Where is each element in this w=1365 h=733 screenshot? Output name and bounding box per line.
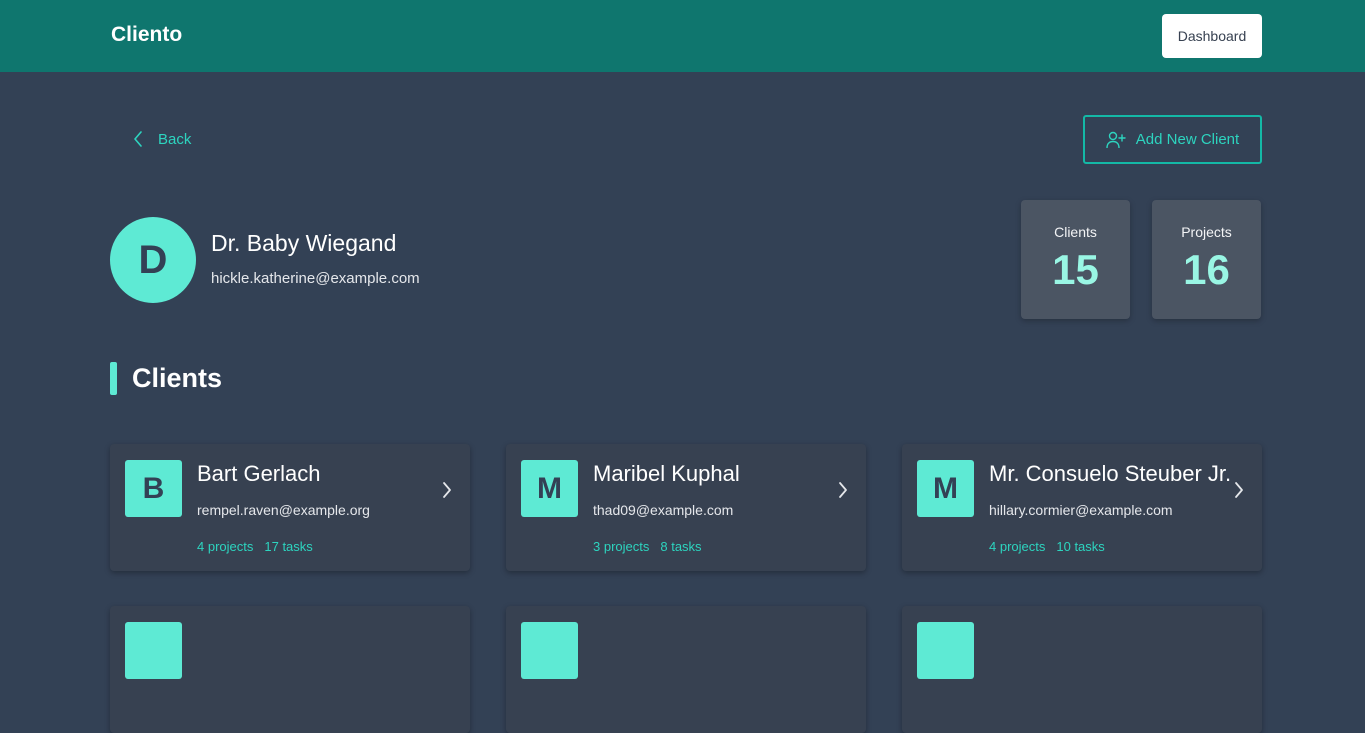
back-label: Back xyxy=(158,130,192,148)
chevron-right-icon xyxy=(443,482,451,498)
client-stats: 3 projects 8 tasks xyxy=(593,539,702,554)
add-new-client-button[interactable]: Add New Client xyxy=(1083,115,1262,164)
client-card[interactable]: B Bart Gerlach rempel.raven@example.org … xyxy=(110,444,470,571)
client-avatar xyxy=(521,622,578,679)
client-avatar: M xyxy=(521,460,578,517)
client-projects-count: 3 projects xyxy=(593,539,650,554)
stat-label: Projects xyxy=(1181,224,1232,240)
profile-email: hickle.katherine@example.com xyxy=(211,270,420,287)
client-avatar xyxy=(125,622,182,679)
chevron-left-icon xyxy=(134,131,142,147)
chevron-right-icon xyxy=(1235,482,1243,498)
client-card[interactable] xyxy=(110,606,470,733)
client-stats: 4 projects 17 tasks xyxy=(197,539,313,554)
client-avatar: M xyxy=(917,460,974,517)
client-tasks-count: 8 tasks xyxy=(660,539,702,554)
client-email: hillary.cormier@example.com xyxy=(989,502,1173,518)
back-link[interactable]: Back xyxy=(132,128,191,150)
client-tasks-count: 17 tasks xyxy=(264,539,313,554)
chevron-right-icon xyxy=(839,482,847,498)
client-card[interactable] xyxy=(506,606,866,733)
brand-logo[interactable]: Cliento xyxy=(111,23,182,47)
client-name: Maribel Kuphal xyxy=(593,461,740,486)
section-accent-bar xyxy=(110,362,117,395)
client-avatar: B xyxy=(125,460,182,517)
stat-value: 16 xyxy=(1183,246,1230,293)
client-projects-count: 4 projects xyxy=(989,539,1046,554)
client-card[interactable]: M Maribel Kuphal thad09@example.com 3 pr… xyxy=(506,444,866,571)
stat-card-projects: Projects 16 xyxy=(1152,200,1261,319)
client-card[interactable]: M Mr. Consuelo Steuber Jr. hillary.cormi… xyxy=(902,444,1262,571)
stat-card-clients: Clients 15 xyxy=(1021,200,1130,319)
client-email: thad09@example.com xyxy=(593,502,734,518)
client-card[interactable] xyxy=(902,606,1262,733)
client-name: Mr. Consuelo Steuber Jr. xyxy=(989,461,1232,486)
dashboard-button[interactable]: Dashboard xyxy=(1162,14,1262,58)
user-plus-icon xyxy=(1106,131,1126,148)
stat-label: Clients xyxy=(1054,224,1097,240)
client-stats: 4 projects 10 tasks xyxy=(989,539,1105,554)
client-projects-count: 4 projects xyxy=(197,539,254,554)
section-title: Clients xyxy=(132,363,223,393)
stat-value: 15 xyxy=(1052,246,1099,293)
top-navbar: Cliento Dashboard xyxy=(0,0,1365,72)
client-name: Bart Gerlach xyxy=(197,461,321,486)
profile-name: Dr. Baby Wiegand xyxy=(211,230,397,256)
client-tasks-count: 10 tasks xyxy=(1056,539,1105,554)
profile-avatar: D xyxy=(110,217,196,303)
add-new-client-label: Add New Client xyxy=(1135,131,1240,148)
client-avatar xyxy=(917,622,974,679)
client-email: rempel.raven@example.org xyxy=(197,502,370,518)
